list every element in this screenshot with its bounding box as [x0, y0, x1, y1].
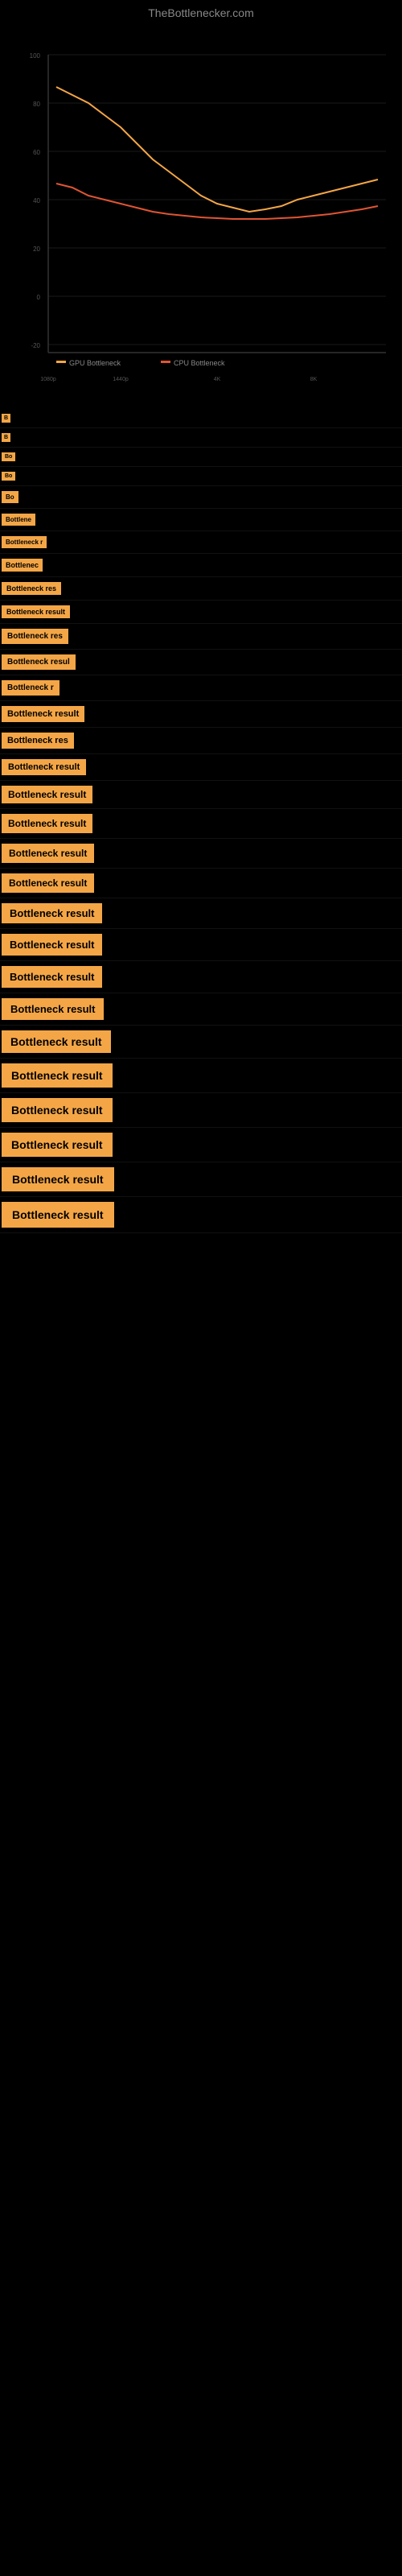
result-item-3: Bo: [0, 448, 402, 467]
svg-text:4K: 4K: [214, 377, 221, 382]
result-label-2: B: [2, 433, 10, 442]
result-item-18: Bottleneck result: [0, 809, 402, 839]
result-label-13: Bottleneck r: [2, 680, 59, 696]
svg-text:-20: -20: [31, 342, 40, 349]
svg-text:100: 100: [30, 52, 41, 60]
result-item-12: Bottleneck resul: [0, 650, 402, 675]
result-item-16: Bottleneck result: [0, 754, 402, 781]
chart-svg: 100 80 60 40 20 0 -20 GPU Bottleneck CPU…: [0, 23, 402, 393]
result-item-15: Bottleneck res: [0, 728, 402, 754]
result-label-9: Bottleneck res: [2, 582, 61, 595]
result-item-8: Bottlenec: [0, 554, 402, 577]
result-item-14: Bottleneck result: [0, 701, 402, 728]
result-item-20: Bottleneck result: [0, 869, 402, 898]
result-label-22: Bottleneck result: [2, 934, 102, 956]
result-label-25: Bottleneck result: [2, 1030, 111, 1053]
svg-text:40: 40: [33, 197, 40, 204]
result-label-29: Bottleneck result: [2, 1167, 114, 1191]
result-item-7: Bottleneck r: [0, 531, 402, 554]
result-item-4: Bo: [0, 467, 402, 486]
result-item-10: Bottleneck result: [0, 601, 402, 624]
svg-text:8K: 8K: [310, 377, 318, 382]
result-label-18: Bottleneck result: [2, 814, 92, 833]
result-item-11: Bottleneck res: [0, 624, 402, 650]
result-item-22: Bottleneck result: [0, 929, 402, 961]
result-item-28: Bottleneck result: [0, 1128, 402, 1162]
result-item-29: Bottleneck result: [0, 1162, 402, 1197]
result-item-17: Bottleneck result: [0, 781, 402, 809]
result-label-14: Bottleneck result: [2, 706, 84, 722]
result-label-17: Bottleneck result: [2, 786, 92, 803]
result-label-24: Bottleneck result: [2, 998, 104, 1020]
result-item-23: Bottleneck result: [0, 961, 402, 993]
svg-text:1080p: 1080p: [40, 377, 56, 382]
result-label-10: Bottleneck result: [2, 605, 70, 618]
result-label-6: Bottlene: [2, 514, 35, 526]
result-item-25: Bottleneck result: [0, 1026, 402, 1059]
result-item-27: Bottleneck result: [0, 1093, 402, 1128]
svg-text:0: 0: [37, 294, 41, 301]
result-label-27: Bottleneck result: [2, 1098, 113, 1122]
result-label-28: Bottleneck result: [2, 1133, 113, 1157]
result-item-30: Bottleneck result: [0, 1197, 402, 1233]
result-section: B B Bo Bo Bo Bottlene Bottleneck r Bottl…: [0, 409, 402, 1233]
result-item-9: Bottleneck res: [0, 577, 402, 601]
result-label-8: Bottlenec: [2, 559, 43, 572]
result-label-20: Bottleneck result: [2, 873, 94, 893]
result-label-21: Bottleneck result: [2, 903, 102, 923]
result-label-26: Bottleneck result: [2, 1063, 113, 1088]
result-label-16: Bottleneck result: [2, 759, 86, 775]
result-label-15: Bottleneck res: [2, 733, 74, 749]
result-label-7: Bottleneck r: [2, 536, 47, 548]
svg-text:CPU Bottleneck: CPU Bottleneck: [174, 359, 225, 367]
svg-text:60: 60: [33, 149, 40, 156]
svg-text:20: 20: [33, 246, 40, 253]
result-label-4: Bo: [2, 472, 15, 481]
result-item-13: Bottleneck r: [0, 675, 402, 701]
chart-area: 100 80 60 40 20 0 -20 GPU Bottleneck CPU…: [0, 23, 402, 409]
result-label-12: Bottleneck resul: [2, 654, 76, 670]
result-item-2: B: [0, 428, 402, 448]
result-item-19: Bottleneck result: [0, 839, 402, 869]
svg-text:1440p: 1440p: [113, 377, 129, 382]
svg-text:80: 80: [33, 101, 40, 108]
result-item-5: Bo: [0, 486, 402, 509]
result-label-19: Bottleneck result: [2, 844, 94, 863]
result-label-30: Bottleneck result: [2, 1202, 114, 1228]
result-item-24: Bottleneck result: [0, 993, 402, 1026]
result-label-23: Bottleneck result: [2, 966, 102, 988]
result-label-5: Bo: [2, 491, 18, 503]
site-title: TheBottlenecker.com: [0, 0, 402, 23]
svg-text:GPU Bottleneck: GPU Bottleneck: [69, 359, 121, 367]
result-item-1: B: [0, 409, 402, 428]
result-item-21: Bottleneck result: [0, 898, 402, 929]
result-label-3: Bo: [2, 452, 15, 461]
result-label-11: Bottleneck res: [2, 629, 68, 644]
result-item-6: Bottlene: [0, 509, 402, 531]
result-item-26: Bottleneck result: [0, 1059, 402, 1093]
result-label-1: B: [2, 414, 10, 423]
